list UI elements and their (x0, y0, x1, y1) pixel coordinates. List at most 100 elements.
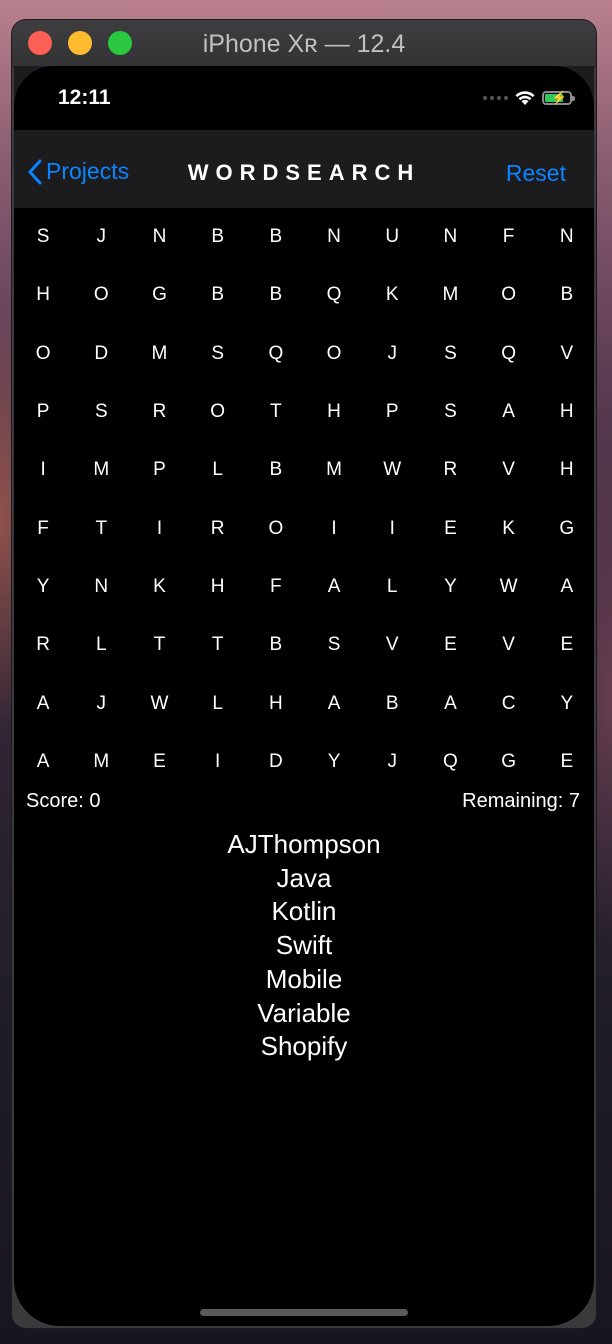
grid-cell[interactable]: S (305, 616, 363, 674)
grid-cell[interactable]: T (72, 499, 130, 557)
home-indicator[interactable] (200, 1309, 408, 1316)
grid-cell[interactable]: E (421, 616, 479, 674)
grid-cell[interactable]: M (72, 733, 130, 791)
grid-cell[interactable]: M (130, 325, 188, 383)
grid-cell[interactable]: S (421, 383, 479, 441)
grid-cell[interactable]: B (189, 208, 247, 266)
grid-cell[interactable]: B (363, 674, 421, 732)
grid-cell[interactable]: R (189, 499, 247, 557)
grid-cell[interactable]: V (363, 616, 421, 674)
grid-cell[interactable]: E (130, 733, 188, 791)
grid-cell[interactable]: M (421, 266, 479, 324)
grid-cell[interactable]: A (538, 558, 594, 616)
reset-button[interactable]: Reset (506, 160, 566, 187)
grid-cell[interactable]: O (14, 325, 72, 383)
grid-cell[interactable]: O (189, 383, 247, 441)
grid-cell[interactable]: O (247, 499, 305, 557)
grid-cell[interactable]: Y (305, 733, 363, 791)
grid-cell[interactable]: H (538, 383, 594, 441)
grid-cell[interactable]: E (421, 499, 479, 557)
grid-cell[interactable]: M (72, 441, 130, 499)
grid-cell[interactable]: A (305, 674, 363, 732)
grid-cell[interactable]: M (305, 441, 363, 499)
grid-cell[interactable]: A (421, 674, 479, 732)
grid-cell[interactable]: H (14, 266, 72, 324)
grid-cell[interactable]: Q (480, 325, 538, 383)
grid-cell[interactable]: R (130, 383, 188, 441)
grid-cell[interactable]: D (72, 325, 130, 383)
grid-cell[interactable]: I (363, 499, 421, 557)
grid-cell[interactable]: N (538, 208, 594, 266)
grid-cell[interactable]: K (130, 558, 188, 616)
grid-cell[interactable]: L (363, 558, 421, 616)
grid-cell[interactable]: Y (421, 558, 479, 616)
grid-cell[interactable]: R (14, 616, 72, 674)
grid-cell[interactable]: J (363, 733, 421, 791)
grid-cell[interactable]: P (363, 383, 421, 441)
grid-cell[interactable]: S (189, 325, 247, 383)
grid-cell[interactable]: L (189, 674, 247, 732)
grid-cell[interactable]: U (363, 208, 421, 266)
grid-cell[interactable]: T (247, 383, 305, 441)
grid-cell[interactable]: S (421, 325, 479, 383)
window-titlebar[interactable]: iPhone Xʀ — 12.4 (12, 20, 596, 67)
grid-cell[interactable]: A (480, 383, 538, 441)
grid-cell[interactable]: S (14, 208, 72, 266)
grid-cell[interactable]: I (130, 499, 188, 557)
grid-cell[interactable]: G (130, 266, 188, 324)
grid-cell[interactable]: J (363, 325, 421, 383)
grid-cell[interactable]: S (72, 383, 130, 441)
grid-cell[interactable]: W (363, 441, 421, 499)
grid-cell[interactable]: G (480, 733, 538, 791)
grid-cell[interactable]: Q (421, 733, 479, 791)
grid-cell[interactable]: F (247, 558, 305, 616)
grid-cell[interactable]: R (421, 441, 479, 499)
grid-cell[interactable]: O (305, 325, 363, 383)
grid-cell[interactable]: I (14, 441, 72, 499)
grid-cell[interactable]: I (305, 499, 363, 557)
grid-cell[interactable]: B (247, 208, 305, 266)
grid-cell[interactable]: B (538, 266, 594, 324)
grid-cell[interactable]: B (247, 266, 305, 324)
grid-cell[interactable]: D (247, 733, 305, 791)
grid-cell[interactable]: E (538, 733, 594, 791)
grid-cell[interactable]: H (538, 441, 594, 499)
grid-cell[interactable]: A (305, 558, 363, 616)
grid-cell[interactable]: N (130, 208, 188, 266)
grid-cell[interactable]: F (14, 499, 72, 557)
grid-cell[interactable]: K (363, 266, 421, 324)
grid-cell[interactable]: L (189, 441, 247, 499)
grid-cell[interactable]: Q (247, 325, 305, 383)
grid-cell[interactable]: J (72, 208, 130, 266)
grid-cell[interactable]: A (14, 674, 72, 732)
grid-cell[interactable]: W (130, 674, 188, 732)
grid-cell[interactable]: N (305, 208, 363, 266)
grid-cell[interactable]: A (14, 733, 72, 791)
grid-cell[interactable]: W (480, 558, 538, 616)
grid-cell[interactable]: G (538, 499, 594, 557)
grid-cell[interactable]: B (189, 266, 247, 324)
grid-cell[interactable]: B (247, 441, 305, 499)
grid-cell[interactable]: N (421, 208, 479, 266)
grid-cell[interactable]: N (72, 558, 130, 616)
grid-cell[interactable]: V (480, 616, 538, 674)
grid-cell[interactable]: L (72, 616, 130, 674)
grid-cell[interactable]: F (480, 208, 538, 266)
grid-cell[interactable]: Y (14, 558, 72, 616)
grid-cell[interactable]: V (480, 441, 538, 499)
grid-cell[interactable]: H (305, 383, 363, 441)
grid-cell[interactable]: C (480, 674, 538, 732)
grid-cell[interactable]: H (247, 674, 305, 732)
grid-cell[interactable]: T (130, 616, 188, 674)
grid-cell[interactable]: I (189, 733, 247, 791)
grid-cell[interactable]: J (72, 674, 130, 732)
grid-cell[interactable]: E (538, 616, 594, 674)
grid-cell[interactable]: K (480, 499, 538, 557)
grid-cell[interactable]: T (189, 616, 247, 674)
grid-cell[interactable]: B (247, 616, 305, 674)
grid-cell[interactable]: P (130, 441, 188, 499)
grid-cell[interactable]: V (538, 325, 594, 383)
grid-cell[interactable]: Q (305, 266, 363, 324)
letter-grid[interactable]: SJNBBNUNFNHOGBBQKMOBODMSQOJSQVPSROTHPSAH… (14, 208, 594, 791)
grid-cell[interactable]: O (480, 266, 538, 324)
